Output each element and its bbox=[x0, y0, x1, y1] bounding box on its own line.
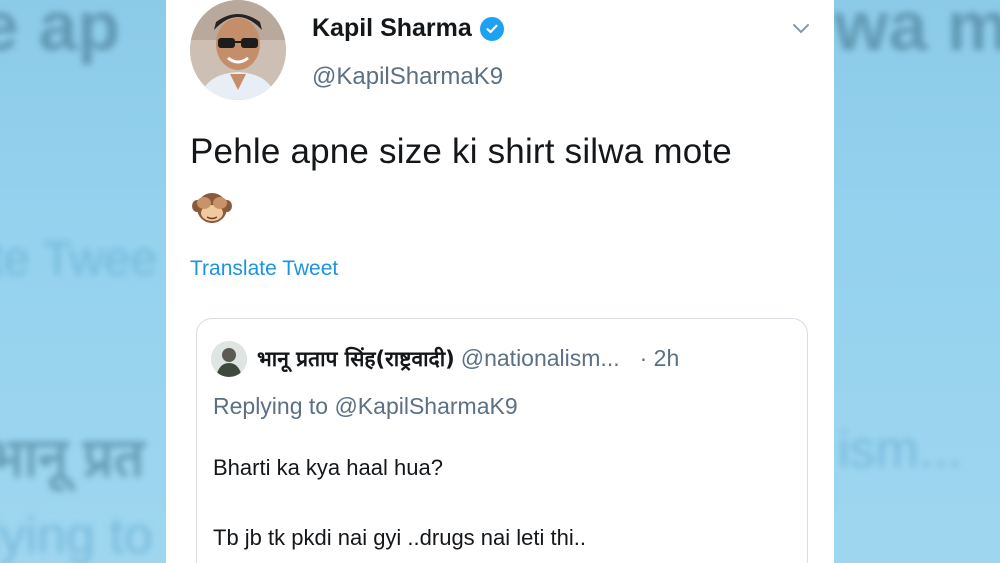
tweet-card: Kapil Sharma @KapilSharmaK9 Pehle apne s… bbox=[166, 0, 834, 563]
translate-tweet-link[interactable]: Translate Tweet bbox=[190, 257, 338, 281]
author-name[interactable]: Kapil Sharma bbox=[312, 14, 504, 43]
verified-badge-icon bbox=[479, 16, 504, 41]
author-name-label: Kapil Sharma bbox=[312, 14, 472, 42]
quoted-timestamp: · 2h bbox=[639, 345, 680, 371]
background-right-panel: wa m ism... bbox=[830, 0, 1000, 563]
quoted-avatar[interactable] bbox=[211, 341, 247, 377]
avatar[interactable] bbox=[190, 0, 286, 100]
chevron-down-icon[interactable] bbox=[790, 18, 812, 40]
ghost-text: e ap bbox=[0, 0, 121, 65]
background-left-panel: e ap te Twee भानू प्रत lying to bbox=[0, 0, 170, 563]
ghost-text: te Twee bbox=[0, 233, 158, 286]
ghost-text: भानू प्रत bbox=[0, 428, 145, 488]
tweet-text: Pehle apne size ki shirt silwa mote bbox=[190, 132, 732, 171]
ghost-text: wa m bbox=[834, 0, 1000, 65]
replying-to-label: Replying to @KapilSharmaK9 bbox=[213, 393, 518, 419]
ghost-text: lying to bbox=[0, 507, 153, 563]
ghost-text: ism... bbox=[838, 421, 963, 479]
quoted-header: भानू प्रताप सिंह(राष्ट्रवादी) @nationali… bbox=[257, 345, 679, 373]
quoted-text-line: Tb jb tk pkdi nai gyi ..drugs nai leti t… bbox=[213, 525, 586, 550]
quoted-tweet[interactable]: भानू प्रताप सिंह(राष्ट्रवादी) @nationali… bbox=[196, 318, 808, 563]
quoted-author-name[interactable]: भानू प्रताप सिंह(राष्ट्रवादी) bbox=[257, 345, 455, 373]
quoted-text-line: Bharti ka kya haal hua? bbox=[213, 455, 443, 480]
quoted-author-handle[interactable]: @nationalism... bbox=[461, 345, 620, 372]
author-handle[interactable]: @KapilSharmaK9 bbox=[312, 63, 503, 91]
see-no-evil-monkey-icon bbox=[190, 186, 234, 226]
